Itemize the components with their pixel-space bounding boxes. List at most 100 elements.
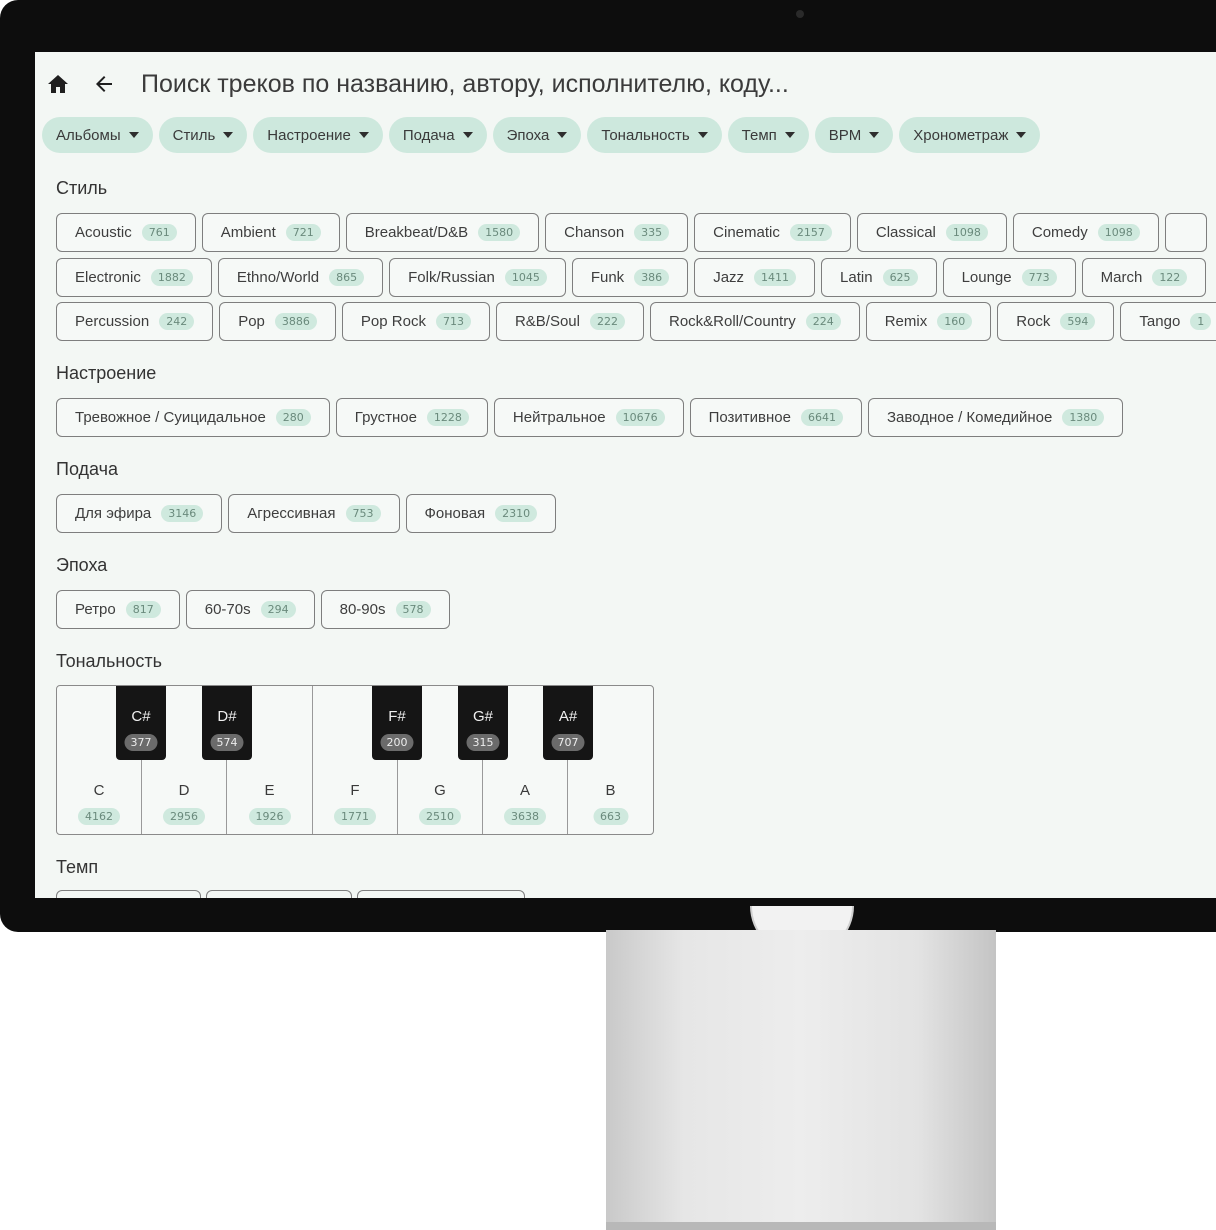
chip-label: Lounge [961,269,1012,286]
chip-label: R&B/Soul [514,313,580,330]
chip-count: 160 [937,313,973,330]
chip-count: 1380 [1062,409,1105,426]
chip-count: 2310 [495,505,538,522]
filter-bpm[interactable]: BPM [814,117,894,153]
style-chip[interactable]: Classical 1098 [856,213,1007,252]
filter-bar: Альбомы Стиль Настроение Подача Эпоха То… [42,117,1041,153]
chip-count: 721 [285,224,321,241]
chip-count: 294 [260,601,296,618]
piano-key-g-sharp[interactable]: G# 315 [458,686,508,760]
filter-tempo[interactable]: Темп [727,117,809,153]
caret-down-icon [557,132,568,138]
stand-foot [606,1222,996,1230]
key-label: A# [558,708,578,725]
chip-count: 3886 [274,313,317,330]
style-chip[interactable]: Rock 594 [997,302,1115,341]
style-chip[interactable]: Pop 3886 [219,302,336,341]
mood-chip[interactable]: Тревожное / Суицидальное 280 [56,398,330,437]
filter-era[interactable]: Эпоха [492,117,582,153]
key-label: C [93,782,105,799]
style-chip[interactable]: Folk/Russian 1045 [389,258,566,297]
style-chip[interactable]: Pop Rock 713 [341,302,490,341]
delivery-chip[interactable]: Для эфира 3146 [56,494,223,533]
key-count: 3638 [504,808,546,825]
style-chip[interactable]: March 122 [1081,258,1207,297]
key-piano: C 4162 D 2956 E 1926 F 1771 G 2510 A 3638 B 663… [56,685,654,835]
mood-chip[interactable]: Грустное 1228 [335,398,488,437]
style-chip[interactable]: Comedy 1098 [1012,213,1159,252]
key-count: 200 [380,734,414,751]
chip-label: Для эфира [75,505,152,522]
key-label: A [519,782,530,799]
caret-down-icon [697,132,708,138]
style-chip[interactable]: Tango 1 [1120,302,1216,341]
chip-count: 1228 [426,409,469,426]
chip-count: 594 [1060,313,1096,330]
chip-count: 1098 [1097,224,1140,241]
delivery-chip[interactable]: Агрессивная 753 [228,494,400,533]
piano-key-c-sharp[interactable]: C# 377 [116,686,166,760]
section-title-mood: Настроение [56,363,157,383]
style-chip[interactable]: Rock&Roll/Country 224 [650,302,860,341]
era-chip[interactable]: 60-70s 294 [185,590,315,629]
style-chip[interactable]: Ethno/World 865 [217,258,384,297]
key-count: 1926 [248,808,291,825]
style-chip[interactable]: Electronic 1882 [56,258,212,297]
chip-label: 80-90s [339,601,386,618]
mood-chip[interactable]: Нейтральное 10676 [493,398,684,437]
section-title-era: Эпоха [56,555,108,575]
caret-down-icon [462,132,473,138]
style-chip[interactable]: Cinematic 2157 [694,213,851,252]
style-chip[interactable]: Breakbeat/D&B 1580 [345,213,540,252]
style-chip[interactable]: Remix 160 [865,302,992,341]
delivery-chip[interactable]: Фоновая 2310 [405,494,557,533]
era-chip[interactable]: Ретро 817 [56,590,180,629]
home-icon[interactable] [45,71,71,97]
mood-chip[interactable]: Позитивное 6641 [689,398,862,437]
search-input[interactable] [141,69,1041,99]
key-count: 2510 [419,808,461,825]
filter-mood[interactable]: Настроение [253,117,383,153]
chip-label: Cinematic [713,224,780,241]
chip-label: Pop [238,313,265,330]
chip-label: Breakbeat/D&B [364,224,469,241]
search-bar [35,62,1216,106]
tempo-chip[interactable] [357,890,525,898]
style-chip[interactable]: Chanson 335 [545,213,689,252]
arrow-left-icon[interactable] [91,71,117,97]
style-chip[interactable]: Latin 625 [821,258,937,297]
style-chip[interactable]: Jazz 1411 [694,258,816,297]
style-row-2: Electronic 1882 Ethno/World 865 Folk/Russi… [56,258,1207,297]
chip-label: Funk [590,269,625,286]
style-chip-cut[interactable] [1164,213,1207,252]
style-chip[interactable]: Acoustic 761 [56,213,196,252]
filter-style[interactable]: Стиль [158,117,248,153]
filter-albums[interactable]: Альбомы [42,117,153,153]
style-chip[interactable]: Funk 386 [571,258,689,297]
chip-count: 713 [435,313,471,330]
filter-duration[interactable]: Хронометраж [899,117,1041,153]
style-chip[interactable]: Percussion 242 [56,302,214,341]
piano-key-a-sharp[interactable]: A# 707 [543,686,593,760]
tempo-chip[interactable] [56,890,201,898]
key-label: G [434,782,446,799]
delivery-row: Для эфира 3146 Агрессивная 753 Фоновая 2310 [56,494,557,533]
key-label: D# [217,708,237,725]
style-chip[interactable]: Ambient 721 [201,213,340,252]
style-chip[interactable]: Lounge 773 [942,258,1076,297]
chip-label: Позитивное [708,409,791,426]
key-count: 315 [466,734,500,751]
camera-dot [796,10,804,18]
piano-key-d-sharp[interactable]: D# 574 [202,686,252,760]
filter-key[interactable]: Тональность [587,117,722,153]
chip-label: Percussion [75,313,150,330]
mood-chip[interactable]: Заводное / Комедийное 1380 [867,398,1124,437]
filter-delivery[interactable]: Подача [388,117,487,153]
monitor-stand [606,930,996,1230]
era-chip[interactable]: 80-90s 578 [320,590,450,629]
tempo-chip[interactable] [206,890,352,898]
chip-count: 1882 [150,269,193,286]
chip-label: Chanson [564,224,625,241]
style-chip[interactable]: R&B/Soul 222 [495,302,644,341]
piano-key-f-sharp[interactable]: F# 200 [372,686,422,760]
